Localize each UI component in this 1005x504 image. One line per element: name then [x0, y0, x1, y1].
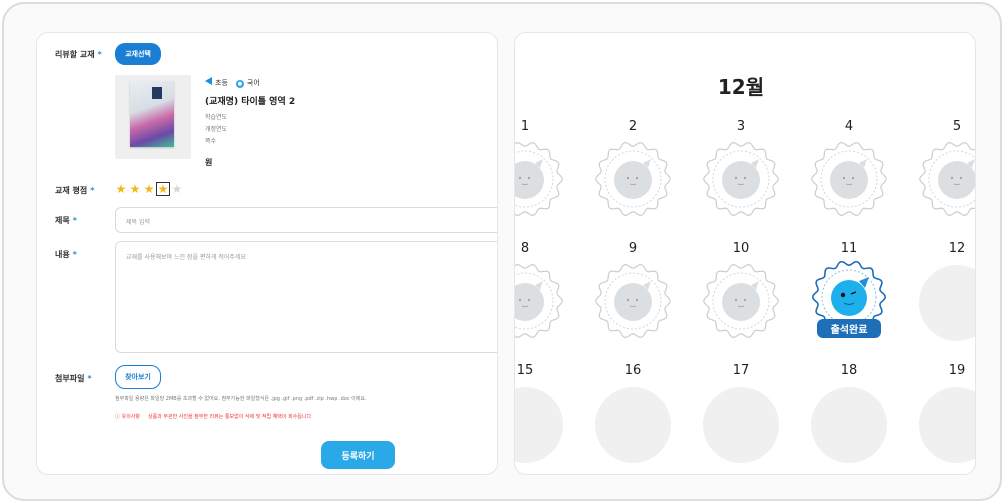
calendar-day-2: 2	[593, 119, 673, 217]
subject-tag: ● 국어	[235, 78, 260, 88]
book-info: 초등 ● 국어 (교재명) 타이틀 영역 2 학습연도 개정연도 쪽수 원	[205, 77, 295, 168]
calendar-day-3: 3	[701, 119, 781, 217]
warning-notice: ⓘ 유의사항 상품과 무관한 사진을 첨부한 리뷰는 통보없이 삭제 및 적립 …	[115, 413, 311, 420]
day-number: 18	[840, 363, 858, 378]
month-title: 12월	[717, 75, 765, 99]
subject-icon: ●	[235, 79, 244, 88]
calendar-day-17: 17	[701, 363, 781, 463]
calendar-day-11: 11 출석완료	[809, 241, 889, 339]
calendar-day-16: 16	[593, 363, 673, 463]
day-number: 15	[516, 363, 534, 378]
book-revision: 개정연도	[205, 126, 228, 133]
star-icon[interactable]: ★	[143, 183, 155, 195]
stamp-wrapper	[809, 139, 889, 219]
day-number: 4	[844, 119, 854, 134]
day-number: 5	[952, 119, 962, 134]
stamp-wrapper	[701, 261, 781, 341]
attendance-stamp-icon	[595, 142, 671, 216]
star-icon[interactable]: ★	[156, 182, 170, 196]
submit-button[interactable]: 등록하기	[321, 441, 395, 469]
attendance-stamp-icon	[919, 142, 975, 216]
triangle-icon	[205, 77, 212, 85]
empty-day-circle	[595, 387, 671, 463]
stamp-wrapper	[515, 139, 565, 219]
calendar-day-15: 15	[515, 363, 565, 463]
empty-day-circle	[515, 387, 563, 463]
day-number: 19	[948, 363, 966, 378]
calendar-day-4: 4	[809, 119, 889, 217]
day-number: 16	[624, 363, 642, 378]
calendar-day-12: 12	[917, 241, 975, 341]
empty-day-circle	[919, 265, 975, 341]
calendar-day-1: 1	[515, 119, 565, 219]
day-number: 8	[520, 241, 530, 256]
stamp-wrapper	[701, 139, 781, 219]
stamp-wrapper	[593, 139, 673, 219]
attendance-stamp-icon	[515, 264, 563, 338]
stamp-wrapper	[593, 261, 673, 341]
calendar-day-19: 19	[917, 363, 975, 463]
title-label: 제목 *	[55, 216, 77, 225]
attendance-calendar-panel: 12월 1 2 3 4 5 8 9 10 11 출석완료 12 15 16 17 18 19	[514, 32, 976, 475]
empty-day-circle	[703, 387, 779, 463]
app-frame: 리뷰할 교재 * 교재선택 초등 ● 국어 (교재명) 타이틀 영역 2 학습연도 …	[2, 2, 1002, 501]
star-icon[interactable]: ★	[115, 183, 127, 195]
day-number: 10	[732, 241, 750, 256]
day-number: 3	[736, 119, 746, 134]
stamp-wrapper	[917, 139, 975, 219]
title-input[interactable]: 제목 입력	[115, 207, 497, 233]
review-form-panel: 리뷰할 교재 * 교재선택 초등 ● 국어 (교재명) 타이틀 영역 2 학습연도 …	[36, 32, 498, 475]
attach-label: 첨부파일 *	[55, 374, 92, 383]
day-number: 1	[520, 119, 530, 134]
day-number: 11	[840, 241, 858, 256]
day-number: 2	[628, 119, 638, 134]
attendance-done-label: 출석완료	[817, 319, 881, 338]
warning-title: ⓘ 유의사항	[115, 414, 140, 420]
calendar-day-10: 10	[701, 241, 781, 339]
book-title: (교재명) 타이틀 영역 2	[205, 97, 296, 107]
browse-file-button[interactable]: 찾아보기	[115, 365, 161, 389]
calendar-day-18: 18	[809, 363, 889, 463]
content-label: 내용 *	[55, 250, 77, 259]
day-number: 9	[628, 241, 638, 256]
empty-day-circle	[919, 387, 975, 463]
stamp-wrapper	[515, 261, 565, 341]
book-label: 리뷰할 교재 *	[55, 50, 102, 59]
rating-stars[interactable]: ★ ★ ★ ★ ★	[115, 182, 183, 196]
calendar-day-9: 9	[593, 241, 673, 339]
attach-note: 첨부파일 용량은 파일당 2MB를 초과할 수 없어요. 첨부가능한 파일형식은…	[115, 396, 367, 402]
book-cover-image	[130, 81, 174, 147]
book-thumbnail	[115, 75, 191, 159]
attendance-stamp-icon	[703, 142, 779, 216]
attendance-stamp-icon	[703, 264, 779, 338]
warning-text: 상품과 무관한 사진을 첨부한 리뷰는 통보없이 삭제 및 적립 혜택이 회수됩…	[148, 414, 312, 420]
star-icon[interactable]: ★	[171, 183, 183, 195]
attendance-stamp-icon	[595, 264, 671, 338]
rating-label: 교재 평점 *	[55, 186, 95, 195]
book-pages: 쪽수	[205, 138, 217, 145]
select-book-button[interactable]: 교재선택	[115, 43, 161, 65]
attendance-stamp-icon	[811, 142, 887, 216]
book-year: 학습연도	[205, 114, 228, 121]
book-price: 원	[205, 158, 213, 167]
stamp-wrapper: 출석완료	[809, 260, 889, 341]
content-textarea[interactable]: 교재를 사용해보며 느낀 점을 편하게 적어주세요	[115, 241, 497, 353]
day-number: 17	[732, 363, 750, 378]
empty-day-circle	[811, 387, 887, 463]
star-icon[interactable]: ★	[129, 183, 141, 195]
level-tag: 초등	[205, 77, 228, 88]
attendance-stamp-icon	[515, 142, 563, 216]
calendar-day-5: 5	[917, 119, 975, 219]
day-number: 12	[948, 241, 966, 256]
calendar-day-8: 8	[515, 241, 565, 341]
